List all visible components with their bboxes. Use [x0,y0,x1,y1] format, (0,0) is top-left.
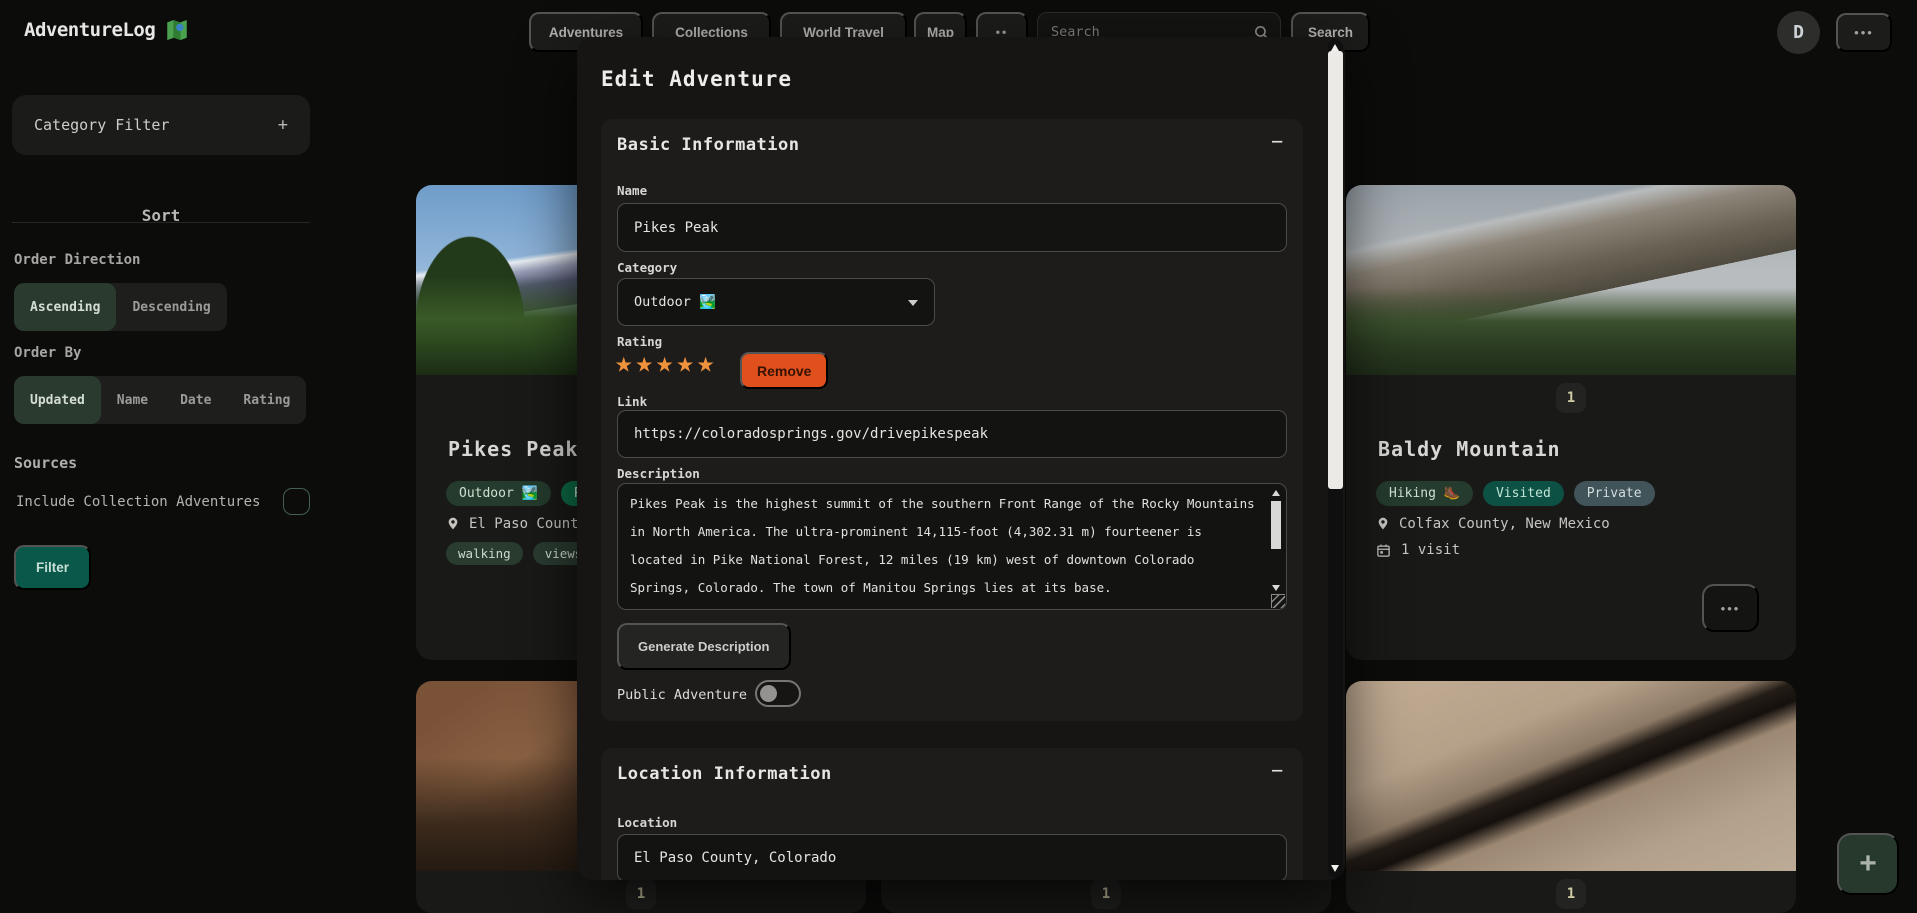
scroll-up-icon[interactable] [1272,490,1280,496]
toggle-knob [760,685,777,702]
public-adventure-label: Public Adventure [617,687,747,703]
modal-title: Edit Adventure [601,67,792,91]
image-count-badge: 1 [1556,879,1586,909]
order-by-updated-button[interactable]: Updated [14,376,101,424]
map-logo-icon [164,17,190,43]
scroll-down-icon[interactable] [1331,865,1339,872]
basic-information-heading: Basic Information [617,135,800,155]
calendar-icon [1376,543,1391,558]
resize-grip[interactable] [1271,594,1285,608]
order-by-group: Updated Name Date Rating [14,376,306,424]
image-count-badge: 1 [626,879,656,909]
category-badge: Hiking 🥾 [1376,481,1473,506]
app-root: AdventureLog Adventures Collections Worl… [0,0,1917,913]
filter-button[interactable]: Filter [14,545,91,590]
description-textarea[interactable]: Pikes Peak is the highest summit of the … [617,483,1287,610]
private-badge: Private [1574,481,1655,506]
basic-information-section: Basic Information − Name Pikes Peak Cate… [601,119,1303,721]
tag: walking [446,542,523,565]
chevron-down-icon [908,300,918,306]
name-label: Name [617,183,647,198]
visited-badge: Visited [1483,481,1564,506]
modal-scrollbar[interactable] [1328,39,1343,878]
location-label: Location [617,815,677,830]
visit-count: 1 visit [1401,542,1460,558]
direction-ascending-button[interactable]: Ascending [14,283,116,331]
adventure-card-baldy-mountain[interactable]: 1 Baldy Mountain Hiking 🥾 Visited Privat… [1346,185,1796,660]
order-direction-group: Ascending Descending [14,283,227,331]
rating-stars[interactable]: ★★★★★ [615,345,717,379]
sources-title: Sources [14,454,77,472]
tag-row: walking views [446,542,594,565]
adventure-photo [1346,185,1796,375]
scrollbar-thumb[interactable] [1328,51,1343,489]
link-label: Link [617,394,647,409]
edit-adventure-modal: Edit Adventure Basic Information − Name … [577,37,1345,880]
category-filter-collapse[interactable]: Category Filter + [12,95,310,155]
plus-icon: + [278,115,288,135]
add-adventure-fab[interactable]: + [1837,833,1899,895]
order-by-date-button[interactable]: Date [164,376,227,424]
image-count-badge: 1 [1091,879,1121,909]
card-menu-dots-button[interactable]: ••• [1702,584,1759,632]
collapse-icon[interactable]: − [1271,129,1283,153]
avatar[interactable]: D [1777,11,1820,54]
location-row: Colfax County, New Mexico [1376,515,1610,532]
badge-row: Hiking 🥾 Visited Private [1376,481,1655,506]
navbar-menu-dots-button[interactable]: ••• [1836,13,1892,52]
location-pin-icon [446,515,460,532]
scroll-up-icon[interactable] [1331,44,1339,51]
adventure-photo [1346,681,1796,871]
card-title: Pikes Peak [448,437,578,461]
link-field[interactable]: https://coloradosprings.gov/drivepikespe… [617,410,1287,458]
location-field[interactable]: El Paso County, Colorado [617,834,1287,880]
category-badge: Outdoor 🏞️ [446,481,551,506]
include-collection-label: Include Collection Adventures [16,494,260,510]
sidebar-divider [12,222,310,223]
description-text: Pikes Peak is the highest summit of the … [630,490,1258,602]
include-collection-checkbox[interactable] [283,488,310,515]
description-label: Description [617,466,700,481]
location-information-heading: Location Information [617,764,832,784]
category-filter-label: Category Filter [34,116,169,134]
scroll-down-icon[interactable] [1272,585,1280,591]
visit-row: 1 visit [1376,542,1460,558]
order-by-name-button[interactable]: Name [101,376,164,424]
image-count-badge: 1 [1556,383,1586,413]
location-pin-icon [1376,515,1390,532]
remove-rating-button[interactable]: Remove [740,352,828,389]
public-adventure-toggle[interactable] [755,680,801,707]
category-label: Category [617,260,677,275]
scrollbar-thumb[interactable] [1271,501,1281,549]
adventure-card-bottom-right[interactable]: 1 [1346,681,1796,913]
card-location: Colfax County, New Mexico [1399,516,1610,532]
order-by-label: Order By [14,345,81,361]
collapse-icon[interactable]: − [1271,758,1283,782]
direction-descending-button[interactable]: Descending [116,283,226,331]
location-information-section: Location Information − Location El Paso … [601,748,1303,880]
order-direction-label: Order Direction [14,252,140,268]
brand[interactable]: AdventureLog [24,17,190,43]
order-by-rating-button[interactable]: Rating [227,376,306,424]
include-collection-row: Include Collection Adventures [16,494,308,510]
generate-description-button[interactable]: Generate Description [617,623,791,670]
sidebar: Category Filter + Sort Order Direction A… [0,64,320,913]
brand-label: AdventureLog [24,19,155,41]
category-selected-value: Outdoor 🏞️ [634,294,716,310]
textarea-scrollbar[interactable] [1270,488,1283,607]
category-select[interactable]: Outdoor 🏞️ [617,278,935,326]
card-title: Baldy Mountain [1378,437,1561,461]
name-field[interactable]: Pikes Peak [617,203,1287,252]
